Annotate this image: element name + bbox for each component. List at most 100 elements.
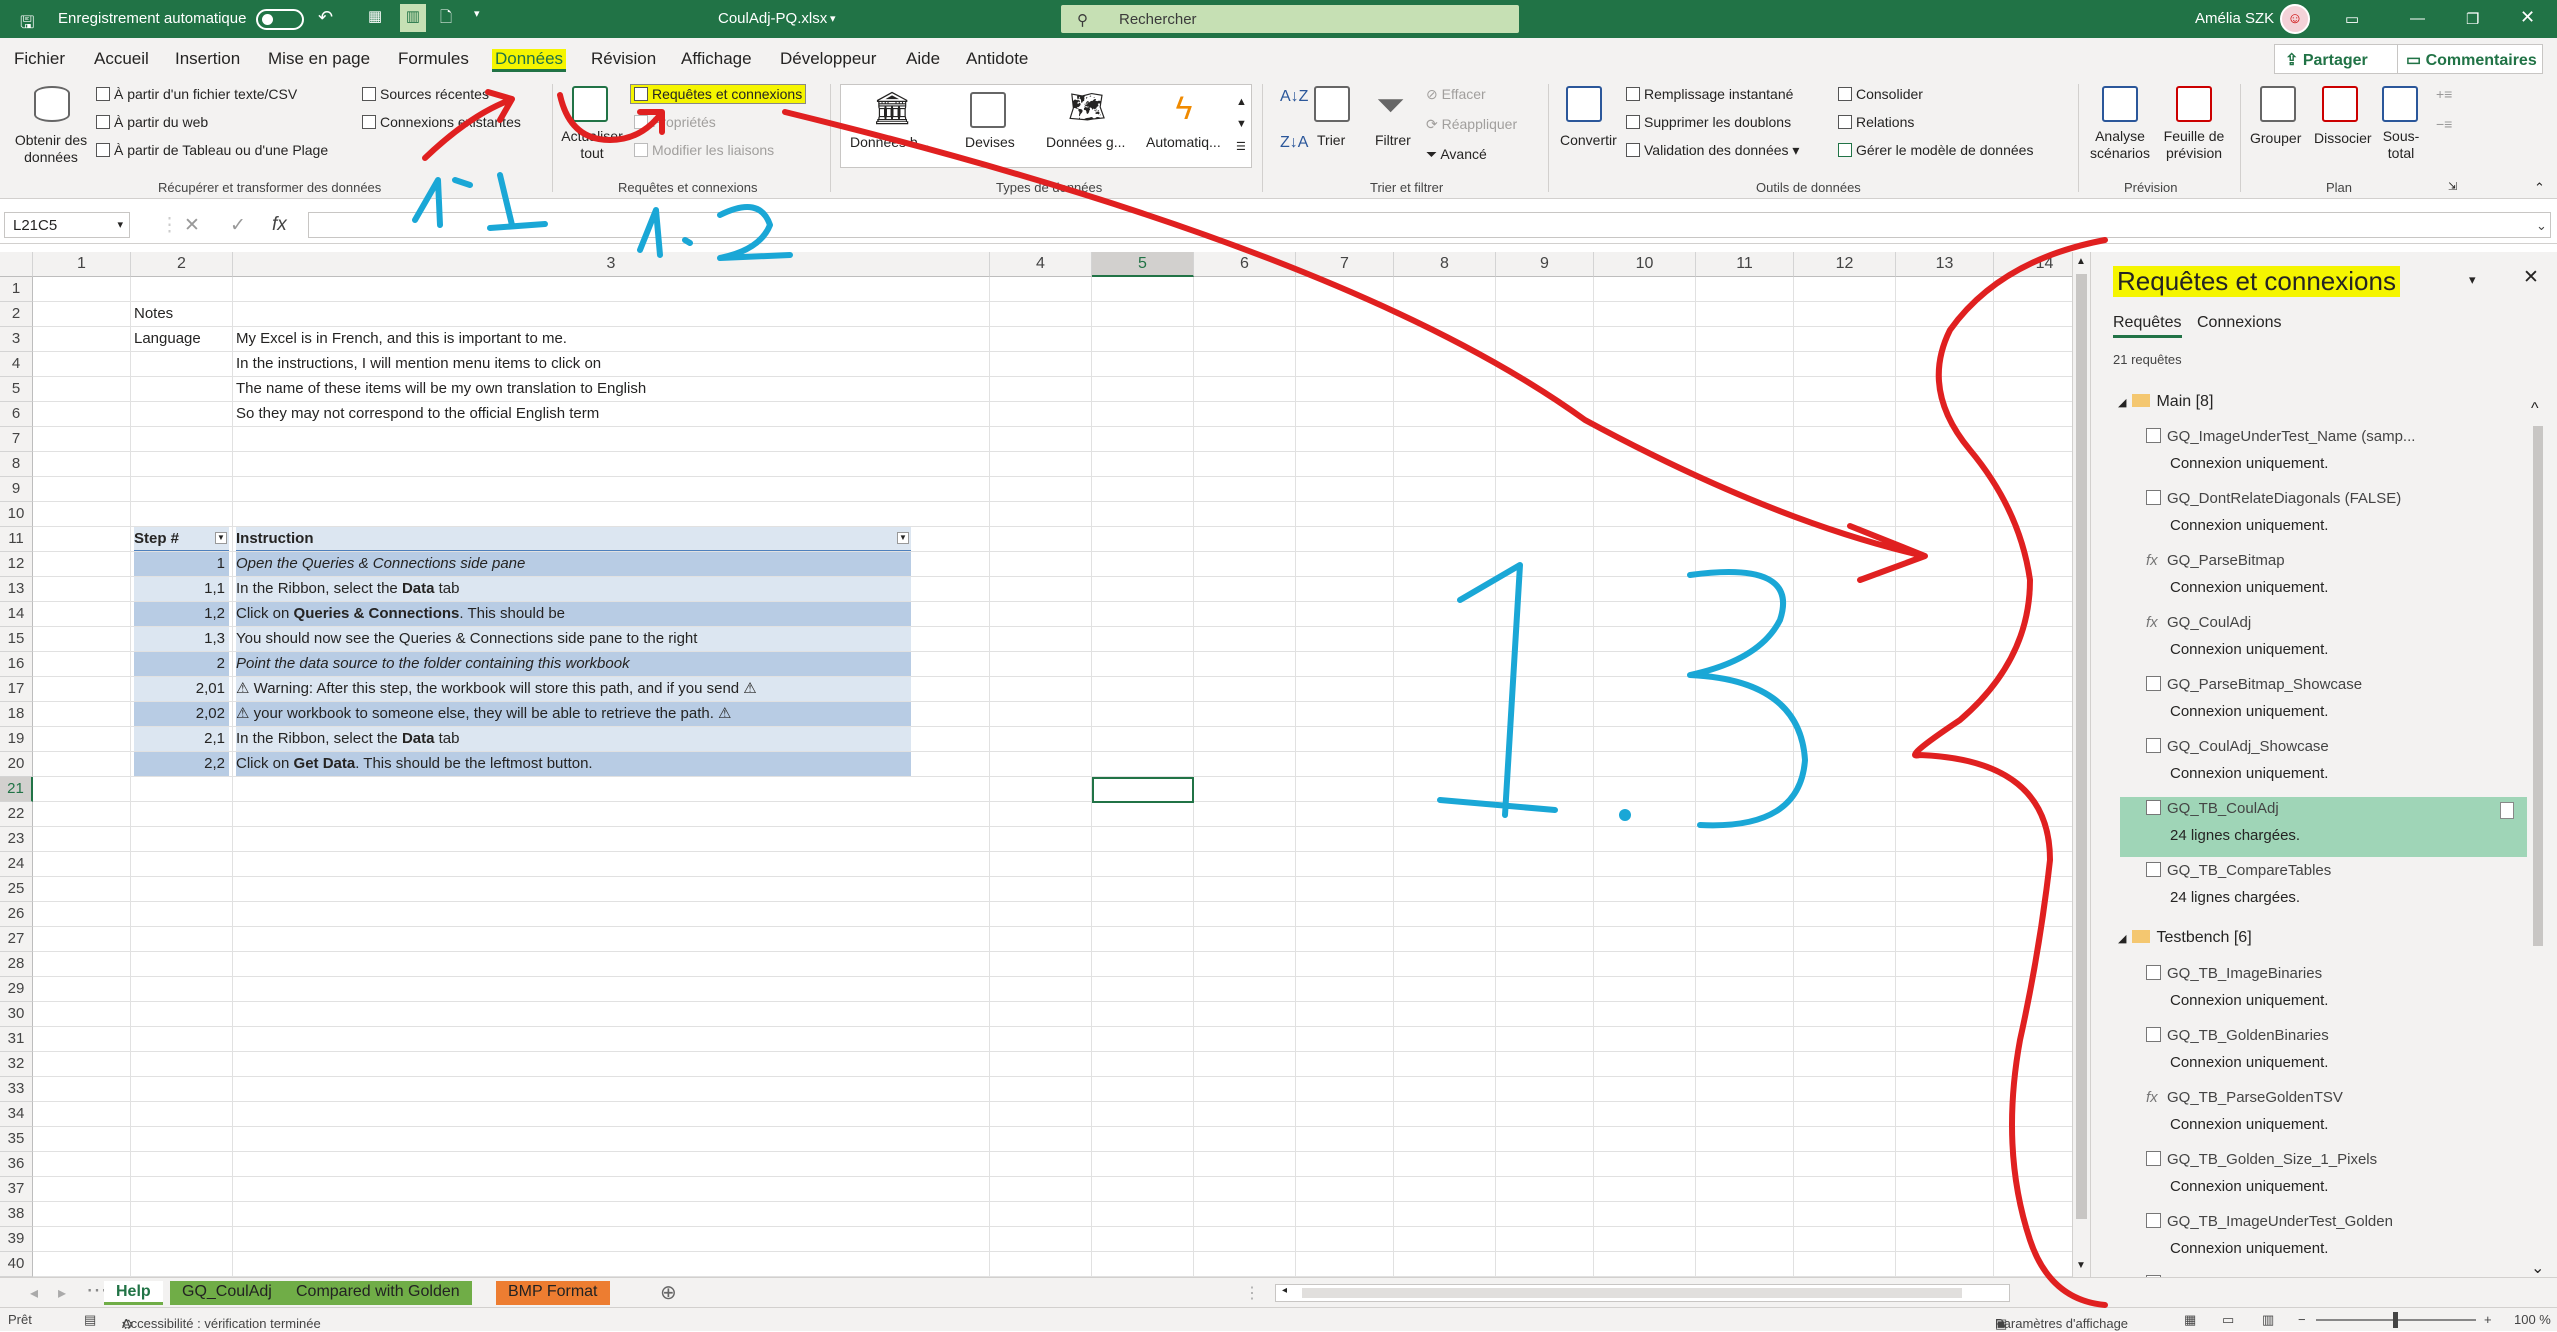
normal-view-status-icon[interactable]: ▦ xyxy=(2184,1312,2196,1328)
form-icon[interactable]: ▦ xyxy=(368,7,382,25)
filter-dropdown-icon[interactable]: ▼ xyxy=(897,532,909,544)
geo-type-button[interactable]: Données g... xyxy=(1046,134,1125,150)
step-cell[interactable]: 2,02 xyxy=(134,702,229,726)
row-header[interactable]: 40 xyxy=(0,1252,33,1277)
row-header[interactable]: 17 xyxy=(0,677,33,702)
clear-filter-button[interactable]: ⊘ Effacer xyxy=(1426,86,1486,103)
column-header[interactable]: 11 xyxy=(1696,252,1794,277)
tab-developpeur[interactable]: Développeur xyxy=(780,49,876,69)
name-box[interactable]: L21C5 ▾ xyxy=(4,212,130,238)
from-web-button[interactable]: À partir du web xyxy=(96,114,208,130)
row-header[interactable]: 10 xyxy=(0,502,33,527)
active-cell[interactable] xyxy=(1092,777,1194,803)
dialog-launcher-icon[interactable]: ⇲ xyxy=(2448,180,2457,193)
row-header[interactable]: 5 xyxy=(0,377,33,402)
collapse-icon[interactable]: ◢ xyxy=(2118,933,2126,945)
tab-mise-en-page[interactable]: Mise en page xyxy=(268,49,370,69)
column-header[interactable]: 7 xyxy=(1296,252,1394,277)
row-header[interactable]: 33 xyxy=(0,1077,33,1102)
row-header[interactable]: 1 xyxy=(0,277,33,302)
scroll-up-icon[interactable]: ▲ xyxy=(2076,256,2086,267)
notes-label[interactable]: Notes xyxy=(134,302,229,326)
tab-donnees[interactable]: Données xyxy=(492,49,567,72)
sort-za-icon[interactable]: Z↓A xyxy=(1280,134,1308,152)
spreadsheet-grid[interactable]: 1 2 3 4 5 6 7 8 9 10 11 12 13 14 1 2 3 4 5 6 7 8 9 10 11 12 13 14 15… xyxy=(0,252,2085,1277)
step-cell[interactable]: 1 xyxy=(134,552,229,576)
tab-revision[interactable]: Révision xyxy=(591,49,656,69)
tab-fichier[interactable]: Fichier xyxy=(14,49,65,69)
row-header[interactable]: 37 xyxy=(0,1177,33,1202)
instruction-cell[interactable]: Open the Queries & Connections side pane xyxy=(236,552,911,576)
advanced-filter-button[interactable]: ⏷ Avancé xyxy=(1426,146,1487,163)
row-header[interactable]: 6 xyxy=(0,402,33,427)
step-cell[interactable]: 1,2 xyxy=(134,602,229,626)
subtotal-button[interactable]: Sous-total xyxy=(2378,128,2424,162)
edit-links-button[interactable]: Modifier les liaisons xyxy=(634,142,774,158)
page-icon[interactable]: 🗋 xyxy=(440,7,452,32)
instruction-cell[interactable]: ⚠ Warning: After this step, the workbook… xyxy=(236,677,911,701)
instruction-cell[interactable]: In the Ribbon, select the Data tab xyxy=(236,727,911,751)
row-header[interactable]: 24 xyxy=(0,852,33,877)
column-header[interactable]: 3 xyxy=(233,252,990,277)
database-icon[interactable] xyxy=(34,86,70,122)
what-if-button[interactable]: Analyse scénarios xyxy=(2086,128,2154,162)
column-header[interactable]: 1 xyxy=(33,252,131,277)
sort-dialog-icon[interactable] xyxy=(1314,86,1350,122)
table-header-step[interactable]: Step # ▼ xyxy=(134,527,229,551)
from-table-button[interactable]: À partir de Tableau ou d'une Plage xyxy=(96,142,328,158)
tab-aide[interactable]: Aide xyxy=(906,49,940,69)
flash-fill-button[interactable]: Remplissage instantané xyxy=(1626,86,1793,102)
autosave-toggle[interactable] xyxy=(256,9,304,30)
row-header[interactable]: 36 xyxy=(0,1152,33,1177)
expand-formula-icon[interactable]: ⌄ xyxy=(2536,218,2547,234)
tab-accueil[interactable]: Accueil xyxy=(94,49,149,69)
page-break-icon[interactable]: ▥ xyxy=(2262,1312,2274,1328)
avatar[interactable]: ☺ xyxy=(2280,4,2310,34)
text-to-columns-icon[interactable] xyxy=(1566,86,1602,122)
row-header[interactable]: 26 xyxy=(0,902,33,927)
row-header[interactable]: 21 xyxy=(0,777,33,802)
search-box[interactable]: ⚲ Rechercher xyxy=(1061,5,1519,33)
step-cell[interactable]: 1,1 xyxy=(134,577,229,601)
filename-chevron-icon[interactable]: ▾ xyxy=(830,12,836,25)
row-header[interactable]: 15 xyxy=(0,627,33,652)
consolidate-button[interactable]: Consolider xyxy=(1838,86,1923,102)
from-csv-button[interactable]: À partir d'un fichier texte/CSV xyxy=(96,86,297,102)
sheet-tab[interactable]: BMP Format xyxy=(496,1281,610,1305)
language-note[interactable]: So they may not correspond to the offici… xyxy=(236,402,990,426)
row-header[interactable]: 18 xyxy=(0,702,33,727)
row-header[interactable]: 30 xyxy=(0,1002,33,1027)
zoom-slider-thumb[interactable] xyxy=(2393,1312,2398,1328)
collapse-icon[interactable]: ◢ xyxy=(2118,397,2126,409)
column-header[interactable]: 6 xyxy=(1194,252,1296,277)
ribbon-display-icon[interactable]: ▭ xyxy=(2345,10,2359,28)
step-cell[interactable]: 2,2 xyxy=(134,752,229,776)
relations-button[interactable]: Relations xyxy=(1838,114,1914,130)
add-sheet-icon[interactable]: ⊕ xyxy=(648,1278,689,1304)
filter-icon[interactable]: ⏷ xyxy=(1376,84,1405,127)
scroll-left-icon[interactable]: ◂ xyxy=(1282,1285,1287,1296)
table-header-instruction[interactable]: Instruction ▼ xyxy=(236,527,911,551)
sort-az-icon[interactable]: A↓Z xyxy=(1280,88,1308,106)
sheet-tab[interactable]: Help xyxy=(104,1281,163,1305)
row-header[interactable]: 27 xyxy=(0,927,33,952)
group-icon[interactable] xyxy=(2260,86,2296,122)
pane-options-icon[interactable]: ▾ xyxy=(2469,272,2476,288)
properties-button[interactable]: Propriétés xyxy=(634,114,716,130)
zoom-in-icon[interactable]: + xyxy=(2484,1312,2492,1327)
row-header[interactable]: 11 xyxy=(0,527,33,552)
step-cell[interactable]: 2,01 xyxy=(134,677,229,701)
row-header[interactable]: 22 xyxy=(0,802,33,827)
language-note[interactable]: My Excel is in French, and this is impor… xyxy=(236,327,990,351)
select-all-corner[interactable] xyxy=(0,252,33,277)
column-header[interactable]: 10 xyxy=(1594,252,1696,277)
column-header[interactable]: 9 xyxy=(1496,252,1594,277)
forecast-sheet-button[interactable]: Feuille de prévision xyxy=(2154,128,2234,162)
insert-function-icon[interactable]: fx xyxy=(272,214,287,236)
what-if-icon[interactable] xyxy=(2102,86,2138,122)
step-cell[interactable]: 2,1 xyxy=(134,727,229,751)
convert-button[interactable]: Convertir xyxy=(1560,132,1617,148)
instruction-cell[interactable]: Click on Queries & Connections. This sho… xyxy=(236,602,911,626)
data-validation-button[interactable]: Validation des données ▾ xyxy=(1626,142,1799,159)
instruction-cell[interactable]: Point the data source to the folder cont… xyxy=(236,652,911,676)
